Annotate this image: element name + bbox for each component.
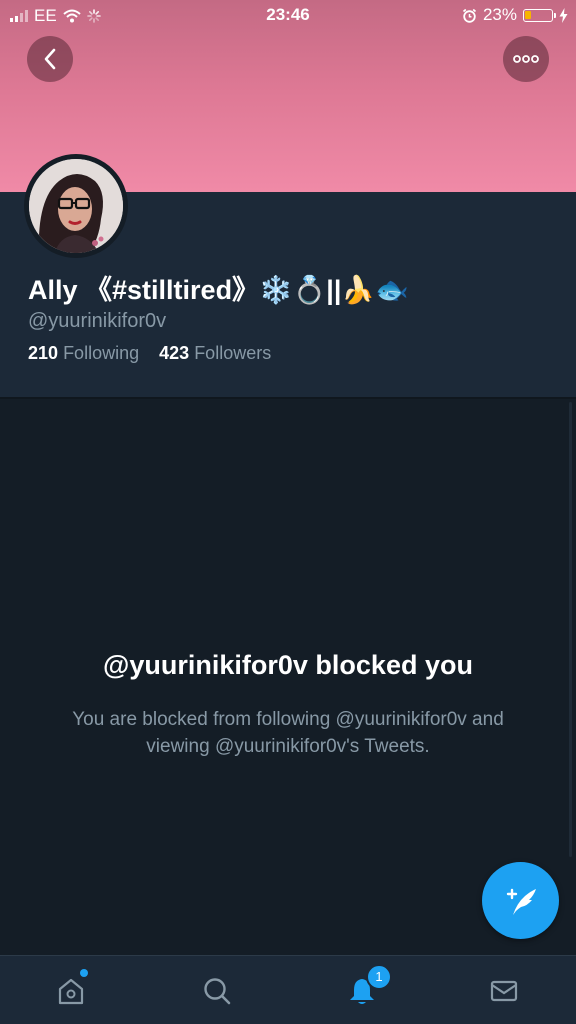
following-link[interactable]: 210 Following bbox=[28, 343, 139, 363]
home-icon bbox=[58, 978, 84, 1005]
blocked-description: You are blocked from following @yuurinik… bbox=[72, 709, 504, 757]
chevron-left-icon bbox=[44, 48, 56, 70]
followers-label: Followers bbox=[194, 343, 272, 363]
tab-messages[interactable] bbox=[487, 974, 521, 1008]
battery-icon bbox=[523, 8, 556, 22]
profile-photo bbox=[29, 159, 123, 253]
tab-bar: 1 bbox=[0, 955, 576, 1024]
avatar[interactable] bbox=[24, 154, 128, 258]
more-options-button[interactable] bbox=[503, 36, 549, 82]
search-icon bbox=[204, 978, 231, 1005]
scrollbar[interactable] bbox=[569, 402, 572, 857]
compose-tweet-button[interactable] bbox=[482, 862, 559, 939]
profile-handle: @yuurinikifor0v bbox=[28, 310, 167, 332]
battery-percent: 23% bbox=[482, 5, 517, 24]
mail-icon bbox=[490, 980, 518, 1002]
tab-search[interactable] bbox=[200, 974, 234, 1008]
following-label: Following bbox=[63, 343, 140, 363]
profile-name: Ally 《#stilltired》❄️💍||🍌🐟 bbox=[28, 275, 409, 305]
charging-icon bbox=[559, 7, 568, 23]
tab-home[interactable] bbox=[54, 974, 88, 1008]
profile-stats: 210 Following 423 Followers bbox=[28, 343, 271, 364]
following-count: 210 bbox=[28, 343, 59, 363]
home-new-indicator bbox=[80, 969, 88, 977]
followers-link[interactable]: 423 Followers bbox=[159, 343, 271, 363]
status-bar: EE 23:46 23% bbox=[0, 0, 576, 30]
blocked-title: @yuurinikifor0v blocked you bbox=[103, 650, 473, 680]
notifications-badge: 1 bbox=[366, 964, 392, 990]
more-options-icon bbox=[513, 55, 539, 63]
followers-count: 423 bbox=[159, 343, 190, 363]
back-button[interactable] bbox=[27, 36, 73, 82]
alarm-icon bbox=[462, 8, 477, 23]
compose-tweet-icon bbox=[506, 888, 536, 915]
